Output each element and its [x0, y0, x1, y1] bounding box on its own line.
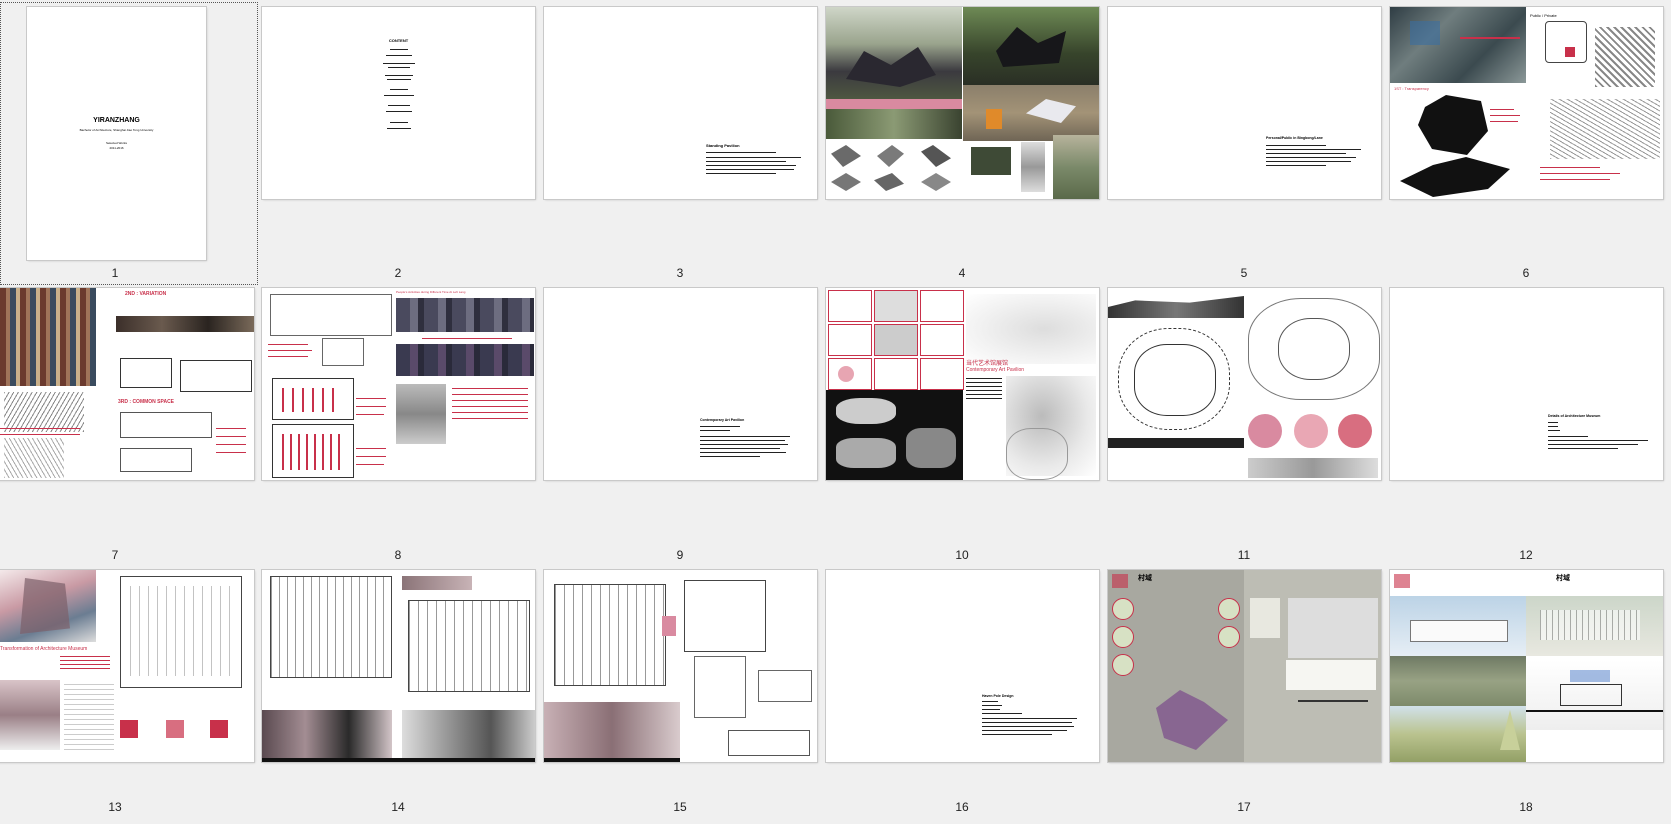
page-number-17: 17 [1237, 800, 1251, 814]
page-thumbnail-16[interactable]: Haven Pole Design [826, 570, 1099, 762]
page-number-4: 4 [958, 266, 966, 280]
page-thumbnail-13[interactable]: Transformation of Architecture Museum [0, 570, 254, 762]
page6-tag-1: Public / Private [1530, 13, 1557, 18]
page-number-15: 15 [673, 800, 687, 814]
page-number-2: 2 [394, 266, 402, 280]
page-thumbnail-12[interactable]: Details of Architecture Museum [1390, 288, 1663, 480]
page-number-16: 16 [955, 800, 969, 814]
page-thumbnail-9[interactable]: Contemporary Art Pavilion [544, 288, 817, 480]
page7-tag-1: 2ND : VARIATION [125, 291, 167, 297]
page-thumbnail-3[interactable]: Standing Pavilion [544, 7, 817, 199]
page-number-7: 7 [111, 548, 119, 562]
page-thumbnail-11[interactable] [1108, 288, 1381, 480]
page-number-9: 9 [676, 548, 684, 562]
page10-tag-2: Contemporary Art Pavilion [966, 367, 1025, 373]
cover-line-1: Selected Works [106, 141, 127, 145]
page-thumbnail-14[interactable] [262, 570, 535, 762]
page-number-18: 18 [1519, 800, 1533, 814]
cover-line-2: 2011-2016 [109, 146, 124, 150]
page7-tag-2: 3RD : COMMON SPACE [118, 399, 175, 405]
page-number-14: 14 [391, 800, 405, 814]
thumbnail-grid: YIRANZHANG Bachelor of Architecture, Sha… [0, 0, 1671, 824]
page10-tag-1: 当代艺术馆展馆 [966, 361, 1009, 367]
page-thumbnail-15[interactable] [544, 570, 817, 762]
page-thumbnail-1[interactable]: YIRANZHANG Bachelor of Architecture, Sha… [27, 7, 206, 260]
page-thumbnail-2[interactable]: CONTENT [262, 7, 535, 199]
page6-tag-2: 1ST : Transparency [1394, 86, 1429, 91]
cover-subtitle: Bachelor of Architecture, Shanghai Jiao … [79, 128, 154, 132]
page-number-11: 11 [1237, 548, 1251, 562]
page18-tag-1: 村域 [1556, 575, 1570, 582]
page17-tag-1: 村域 [1138, 575, 1152, 582]
page13-tag-1: Transformation of Architecture Museum [0, 646, 88, 652]
page-number-6: 6 [1522, 266, 1530, 280]
page-thumbnail-17[interactable]: 村域 [1108, 570, 1381, 762]
page-number-1: 1 [111, 266, 119, 280]
page-number-8: 8 [394, 548, 402, 562]
page-number-13: 13 [108, 800, 122, 814]
page-thumbnail-18[interactable]: 村域 [1390, 570, 1663, 762]
page-number-3: 3 [676, 266, 684, 280]
page-thumbnail-8[interactable]: People's Activities during Different Tim… [262, 288, 535, 480]
page-thumbnail-7[interactable]: 2ND : VARIATION 3RD : COMMON SPACE [0, 288, 254, 480]
page-number-5: 5 [1240, 266, 1248, 280]
page9-title: Contemporary Art Pavilion [700, 418, 745, 422]
page12-title: Details of Architecture Museum [1548, 414, 1601, 418]
page16-title: Haven Pole Design [982, 694, 1014, 698]
page3-title: Standing Pavilion [706, 143, 740, 148]
page-number-12: 12 [1519, 548, 1533, 562]
page-thumbnail-6[interactable]: Public / Private 1ST : Transparency [1390, 7, 1663, 199]
content-title: CONTENT [388, 38, 409, 43]
page-number-10: 10 [955, 548, 969, 562]
page-thumbnail-5[interactable]: Personal/Public in Bingbong/Lane [1108, 7, 1381, 199]
page-thumbnail-4[interactable] [826, 7, 1099, 199]
page5-title: Personal/Public in Bingbong/Lane [1266, 136, 1323, 140]
cover-title: YIRANZHANG [93, 117, 140, 124]
page8-tag-1: People's Activities during Different Tim… [396, 290, 466, 294]
page-thumbnail-10[interactable]: 当代艺术馆展馆 Contemporary Art Pavilion [826, 288, 1099, 480]
